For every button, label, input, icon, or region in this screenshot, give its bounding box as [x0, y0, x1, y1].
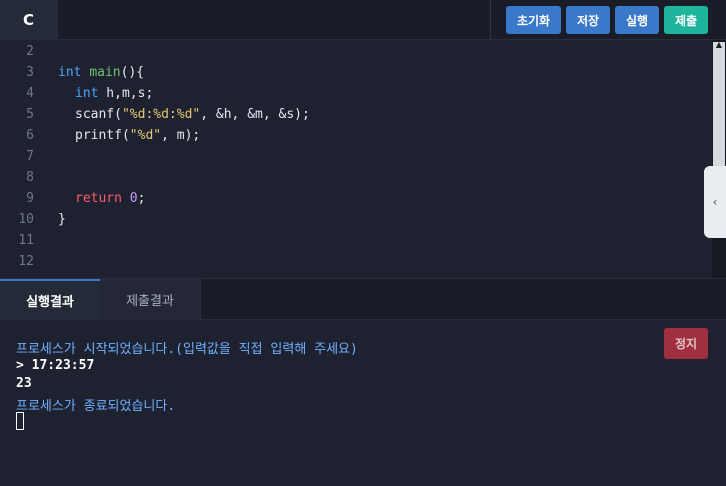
- line-number: 8: [26, 170, 34, 185]
- code-function: printf(: [75, 128, 130, 143]
- line-number: 5: [26, 107, 34, 122]
- code-line: int main(){: [58, 65, 144, 80]
- language-tab[interactable]: C: [0, 0, 58, 40]
- code-string: "%d:%d:%d": [121, 107, 201, 122]
- code-keyword: return: [75, 191, 122, 206]
- code-function: main: [89, 65, 121, 80]
- output-console[interactable]: 프로세스가 시작되었습니다.(입력값을 직접 입력해 주세요) > 17:23:…: [0, 320, 726, 486]
- tab-submit-result[interactable]: 제출결과: [100, 279, 201, 320]
- run-button[interactable]: 실행: [615, 6, 659, 34]
- code-line: int h,m,s;: [75, 86, 153, 101]
- line-number: 12: [18, 254, 34, 269]
- line-number: 9: [26, 191, 34, 206]
- code-function: scanf(: [75, 107, 122, 122]
- line-number: 10: [18, 212, 34, 227]
- code-number: 0: [129, 191, 138, 206]
- stop-button[interactable]: 정지: [664, 328, 708, 359]
- console-line: > 17:23:57: [16, 358, 95, 373]
- code-string: "%d": [129, 128, 162, 143]
- code-text: (){: [120, 65, 145, 80]
- code-line: scanf("%d:%d:%d", &h, &m, &s);: [75, 107, 310, 122]
- line-number: 7: [26, 149, 34, 164]
- tab-run-result[interactable]: 실행결과: [0, 279, 100, 320]
- line-number: 11: [18, 233, 34, 248]
- line-number: 6: [26, 128, 34, 143]
- console-line: 23: [16, 376, 32, 391]
- code-text: h,m,s;: [98, 86, 154, 101]
- top-bar: C 초기화 저장 실행 제출: [0, 0, 726, 40]
- code-line: }: [58, 212, 66, 227]
- code-line: printf("%d", m);: [75, 128, 200, 143]
- line-number: 4: [26, 86, 34, 101]
- submit-button[interactable]: 제출: [664, 6, 708, 34]
- console-line: 프로세스가 시작되었습니다.(입력값을 직접 입력해 주세요): [16, 342, 358, 357]
- input-cursor[interactable]: [16, 412, 24, 430]
- save-button[interactable]: 저장: [566, 6, 610, 34]
- code-keyword: int: [58, 65, 82, 80]
- result-tabs: 실행결과 제출결과: [0, 278, 726, 320]
- code-text: ;: [137, 191, 146, 206]
- reset-button[interactable]: 초기화: [506, 6, 561, 34]
- line-number-gutter: 2 3 4 5 6 7 8 9 10 11 12: [0, 40, 44, 278]
- scroll-up-icon[interactable]: ▲: [714, 40, 724, 50]
- code-editor[interactable]: 2 3 4 5 6 7 8 9 10 11 12 int main(){ int…: [0, 40, 726, 278]
- console-line: 프로세스가 종료되었습니다.: [16, 399, 176, 414]
- line-number: 3: [26, 65, 34, 80]
- code-text: , &h, &m, &s);: [200, 107, 310, 122]
- chevron-left-icon[interactable]: ‹: [704, 166, 726, 238]
- toolbar-divider: [490, 0, 491, 40]
- line-number: 2: [26, 44, 34, 59]
- code-line: return 0;: [75, 191, 145, 206]
- code-text: , m);: [161, 128, 201, 143]
- code-keyword: int: [75, 86, 99, 101]
